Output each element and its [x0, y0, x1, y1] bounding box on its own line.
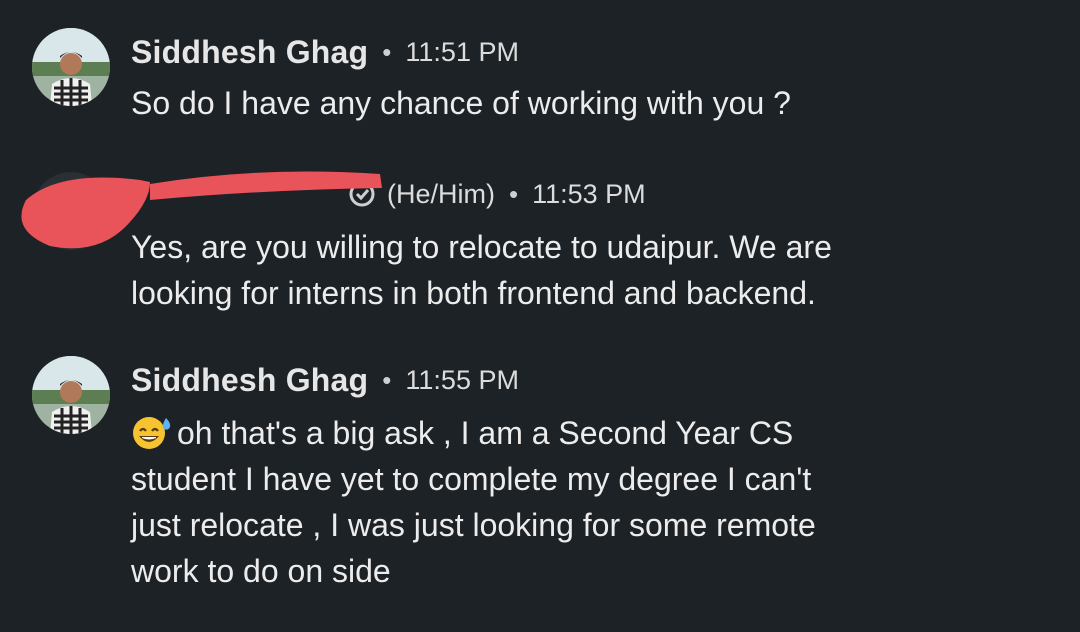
- sweat-smile-emoji-icon: [133, 417, 171, 449]
- pronouns: (He/Him): [387, 178, 495, 209]
- message-line: Yes, are you willing to relocate to udai…: [131, 229, 832, 265]
- message-header: Siddhesh Ghag • 11:55 PM: [131, 358, 519, 402]
- message-line: looking for interns in both frontend and…: [131, 275, 816, 311]
- message-line: student I have yet to complete my degree…: [131, 461, 812, 497]
- avatar-photo-icon: [32, 356, 110, 434]
- separator-dot: •: [382, 364, 392, 395]
- avatar-photo-icon: [32, 28, 110, 106]
- sender-name-redacted[interactable]: [131, 176, 341, 213]
- message-line: work to do on side: [131, 553, 391, 589]
- message-line: oh that's a big ask , I am a Second Year…: [177, 415, 794, 451]
- sender-avatar[interactable]: [32, 356, 110, 434]
- message-header: (He/Him) • 11:53 PM: [131, 172, 646, 216]
- message-line: just relocate , I was just looking for s…: [131, 507, 816, 543]
- message-header: Siddhesh Ghag • 11:51 PM: [131, 30, 519, 74]
- message-text: Yes, are you willing to relocate to udai…: [131, 224, 1031, 316]
- timestamp: 11:55 PM: [405, 364, 519, 395]
- sender-name[interactable]: Siddhesh Ghag: [131, 34, 368, 71]
- timestamp: 11:53 PM: [532, 178, 646, 209]
- verified-shield-icon: [349, 181, 375, 207]
- sender-avatar[interactable]: [32, 28, 110, 106]
- message-text: oh that's a big ask , I am a Second Year…: [131, 410, 1031, 594]
- sender-name[interactable]: Siddhesh Ghag: [131, 362, 368, 399]
- message-text: So do I have any chance of working with …: [131, 85, 791, 121]
- chat-thread: { "messages": [ { "sender": "Siddhesh Gh…: [0, 0, 1080, 632]
- sender-avatar[interactable]: [32, 172, 110, 250]
- timestamp: 11:51 PM: [405, 36, 519, 67]
- separator-dot: •: [382, 36, 392, 67]
- separator-dot: •: [509, 178, 519, 209]
